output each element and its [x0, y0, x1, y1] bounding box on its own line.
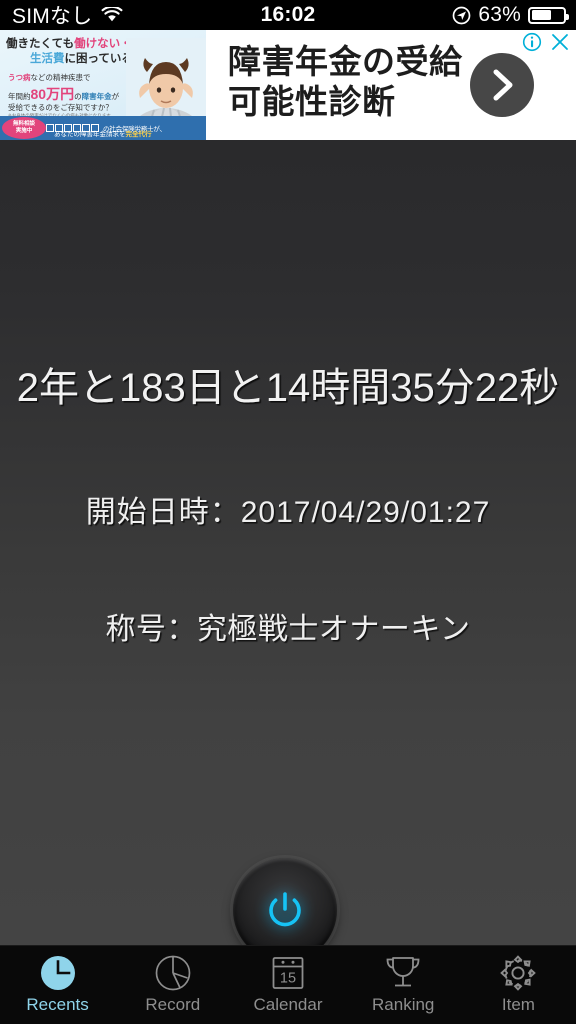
gear-icon [498, 953, 538, 993]
ad-title: 障害年金の受給 可能性診断 [228, 42, 463, 123]
ad-creative-body-3: 受給できるのをご存知ですか？ [8, 103, 113, 112]
tab-item[interactable]: Item [461, 946, 576, 1024]
tab-calendar[interactable]: 15 Calendar [230, 946, 345, 1024]
tab-item-label: Item [501, 995, 535, 1014]
ad-creative-image[interactable]: 働きたくても働けない・・ 生活費に困っている・・ うつ病などの精神疾患で 年間約… [0, 30, 206, 140]
ad-creative-strip-text-2: あなたの障害年金請求を完全代行 [54, 131, 152, 138]
clock-icon [38, 953, 78, 993]
tab-recents[interactable]: Recents [0, 946, 115, 1024]
pie-chart-icon [153, 953, 193, 993]
battery-icon [528, 6, 569, 24]
tab-record-label: Record [145, 995, 201, 1014]
ad-info-icon[interactable] [522, 32, 542, 52]
ad-creative-badge: 無料相談 実施中 [2, 117, 46, 139]
location-arrow-icon [452, 6, 471, 25]
calendar-icon: 15 [268, 953, 308, 993]
bottom-tab-bar[interactable]: Recents Record 15 Calendar Ranking Item [0, 945, 576, 1024]
status-bar-right: 63% [452, 3, 569, 27]
start-datetime-label: 開始日時：2017/04/29/01:27 [85, 496, 491, 529]
power-icon [263, 888, 307, 932]
tab-ranking-label: Ranking [372, 995, 435, 1014]
ad-creative-footer-strip: 無料相談 実施中 の社会保険労務士が、 あなたの障害年金請求を完全代行 [0, 116, 206, 140]
tab-ranking[interactable]: Ranking [346, 946, 461, 1024]
advertisement-banner[interactable]: 働きたくても働けない・・ 生活費に困っている・・ うつ病などの精神疾患で 年間約… [0, 30, 576, 140]
ad-title-line-1: 障害年金の受給 [228, 43, 463, 80]
svg-text:15: 15 [280, 971, 296, 987]
ad-creative-body-1: うつ病などの精神疾患で [8, 73, 91, 82]
app-root: SIMなし 16:02 63% 働きたくても働けない・・ 生活費に困っている・・… [0, 0, 576, 1024]
ad-controls[interactable] [522, 32, 570, 52]
ad-title-line-2: 可能性診断 [228, 83, 396, 121]
chevron-right-icon [487, 68, 517, 102]
trophy-icon [383, 953, 423, 993]
ad-body[interactable]: 障害年金の受給 可能性診断 [206, 30, 576, 140]
rank-title-label: 称号：究極戦士オナーキン [105, 613, 471, 646]
power-reset-button[interactable] [233, 858, 337, 945]
ad-cta-arrow-button[interactable] [470, 53, 534, 117]
ad-creative-headline-1: 働きたくても働けない・・ [6, 38, 144, 50]
tab-calendar-label: Calendar [253, 995, 323, 1014]
ad-close-icon[interactable] [550, 32, 570, 52]
tab-recents-label: Recents [26, 995, 89, 1014]
elapsed-time-display: 2年と183日と14時間35分22秒 [16, 366, 560, 410]
ad-creative-body-2: 年間約80万円の障害年金が [8, 86, 120, 102]
status-bar: SIMなし 16:02 63% [0, 0, 576, 30]
tab-record[interactable]: Record [115, 946, 230, 1024]
main-content: 2年と183日と14時間35分22秒 開始日時：2017/04/29/01:27… [0, 140, 576, 945]
battery-percent-label: 63% [478, 3, 521, 26]
